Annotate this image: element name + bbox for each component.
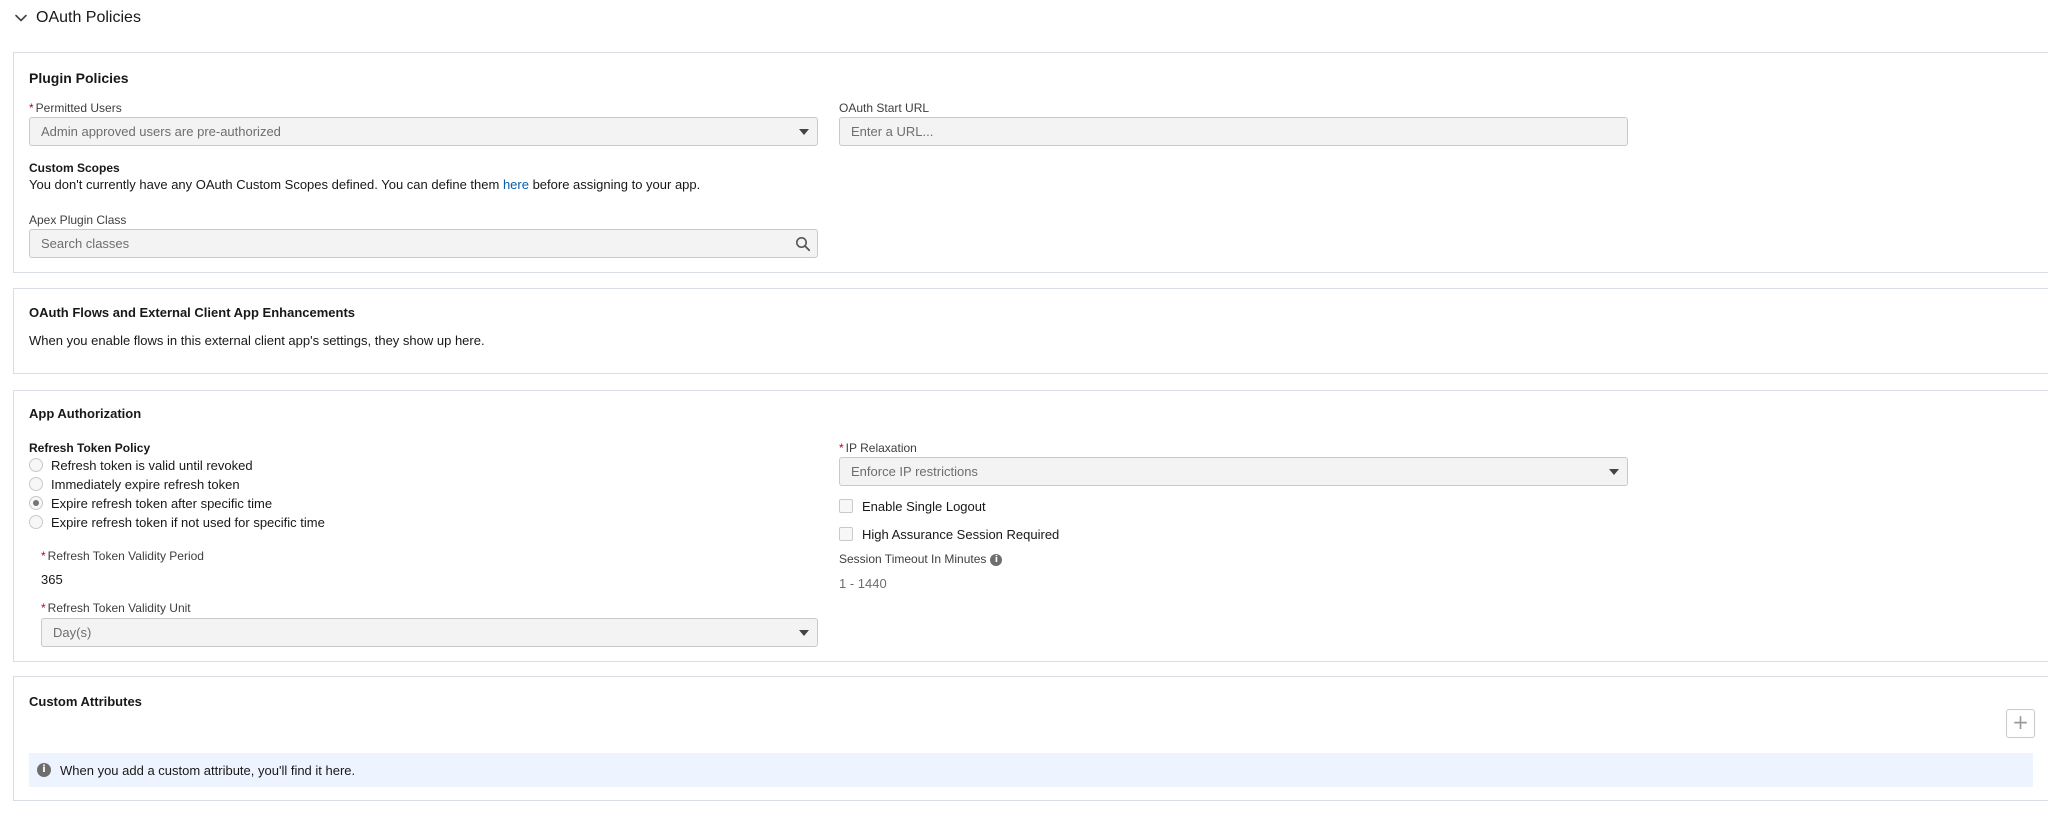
oauth-flows-card: OAuth Flows and External Client App Enha… — [13, 288, 2048, 374]
radio-label: Expire refresh token after specific time — [51, 495, 273, 511]
plugin-policies-card: Plugin Policies * Permitted Users Admin a… — [13, 52, 2048, 273]
radio-option-valid-until-revoked[interactable]: Refresh token is valid until revoked — [29, 457, 253, 473]
high-assurance-checkbox[interactable] — [839, 527, 853, 541]
oauth-start-url-placeholder: Enter a URL... — [851, 124, 934, 139]
radio-button[interactable] — [29, 458, 43, 472]
radio-button[interactable] — [29, 477, 43, 491]
custom-scopes-text: You don't currently have any OAuth Custo… — [29, 177, 503, 192]
info-icon: i — [37, 763, 51, 777]
dropdown-caret-icon — [799, 630, 809, 636]
enable-single-logout-row[interactable]: Enable Single Logout — [839, 498, 986, 514]
custom-attributes-empty-notice: i When you add a custom attribute, you'l… — [29, 753, 2033, 787]
plugin-policies-title: Plugin Policies — [29, 70, 129, 86]
enable-single-logout-label: Enable Single Logout — [862, 498, 986, 514]
radio-option-immediately-expire[interactable]: Immediately expire refresh token — [29, 476, 240, 492]
required-marker: * — [29, 101, 34, 115]
dropdown-caret-icon — [1609, 469, 1619, 475]
validity-unit-select[interactable]: Day(s) — [41, 618, 818, 647]
high-assurance-label: High Assurance Session Required — [862, 526, 1060, 542]
permitted-users-label: * Permitted Users — [29, 101, 122, 115]
oauth-policies-header[interactable]: OAuth Policies — [14, 8, 141, 28]
high-assurance-row[interactable]: High Assurance Session Required — [839, 526, 1059, 542]
oauth-flows-message: When you enable flows in this external c… — [29, 333, 485, 348]
permitted-users-value: Admin approved users are pre-authorized — [41, 124, 281, 139]
validity-unit-value: Day(s) — [53, 625, 92, 640]
enable-single-logout-checkbox[interactable] — [839, 499, 853, 513]
validity-period-label: * Refresh Token Validity Period — [41, 549, 204, 563]
refresh-token-policy-label: Refresh Token Policy — [29, 441, 151, 455]
oauth-flows-title: OAuth Flows and External Client App Enha… — [29, 305, 356, 320]
radio-button[interactable] — [29, 515, 43, 529]
session-timeout-input[interactable]: 1 - 1440 — [839, 576, 887, 591]
dropdown-caret-icon — [799, 129, 809, 135]
apex-plugin-class-placeholder: Search classes — [41, 236, 130, 251]
required-marker: * — [839, 441, 844, 455]
radio-label: Immediately expire refresh token — [51, 476, 240, 492]
apex-plugin-class-label: Apex Plugin Class — [29, 213, 127, 227]
app-authorization-card: App Authorization Refresh Token Policy R… — [13, 390, 2048, 662]
define-scopes-link[interactable]: here — [503, 177, 529, 192]
radio-option-expire-if-unused[interactable]: Expire refresh token if not used for spe… — [29, 514, 325, 530]
oauth-start-url-input[interactable]: Enter a URL... — [839, 117, 1628, 146]
chevron-down-icon[interactable] — [14, 11, 28, 25]
permitted-users-select[interactable]: Admin approved users are pre-authorized — [29, 117, 818, 146]
required-marker: * — [41, 601, 46, 615]
radio-button-selected[interactable] — [29, 496, 43, 510]
validity-unit-label: * Refresh Token Validity Unit — [41, 601, 191, 615]
custom-scopes-text-after: before assigning to your app. — [528, 177, 701, 192]
empty-message: When you add a custom attribute, you'll … — [60, 762, 356, 778]
section-title: OAuth Policies — [36, 9, 141, 26]
custom-attributes-card: Custom Attributes + i When you add a cus… — [13, 676, 2048, 801]
custom-scopes-label: Custom Scopes — [29, 161, 120, 175]
add-attribute-button[interactable]: + — [2006, 709, 2035, 738]
custom-scopes-message: You don't currently have any OAuth Custo… — [29, 177, 700, 192]
app-authorization-title: App Authorization — [29, 406, 142, 421]
radio-label: Refresh token is valid until revoked — [51, 457, 253, 473]
ip-relaxation-value: Enforce IP restrictions — [851, 464, 978, 479]
search-icon[interactable] — [795, 236, 811, 252]
ip-relaxation-select[interactable]: Enforce IP restrictions — [839, 457, 1628, 486]
validity-period-input[interactable]: 365 — [41, 572, 63, 587]
ip-relaxation-label: * IP Relaxation — [839, 441, 917, 455]
radio-label: Expire refresh token if not used for spe… — [51, 514, 325, 530]
session-timeout-label: Session Timeout In Minutes i — [839, 552, 1003, 566]
radio-option-expire-after-time[interactable]: Expire refresh token after specific time — [29, 495, 272, 511]
custom-attributes-title: Custom Attributes — [29, 694, 142, 709]
oauth-start-url-label: OAuth Start URL — [839, 101, 930, 115]
apex-plugin-class-search[interactable]: Search classes — [29, 229, 818, 258]
info-icon[interactable]: i — [990, 553, 1003, 566]
required-marker: * — [41, 549, 46, 563]
